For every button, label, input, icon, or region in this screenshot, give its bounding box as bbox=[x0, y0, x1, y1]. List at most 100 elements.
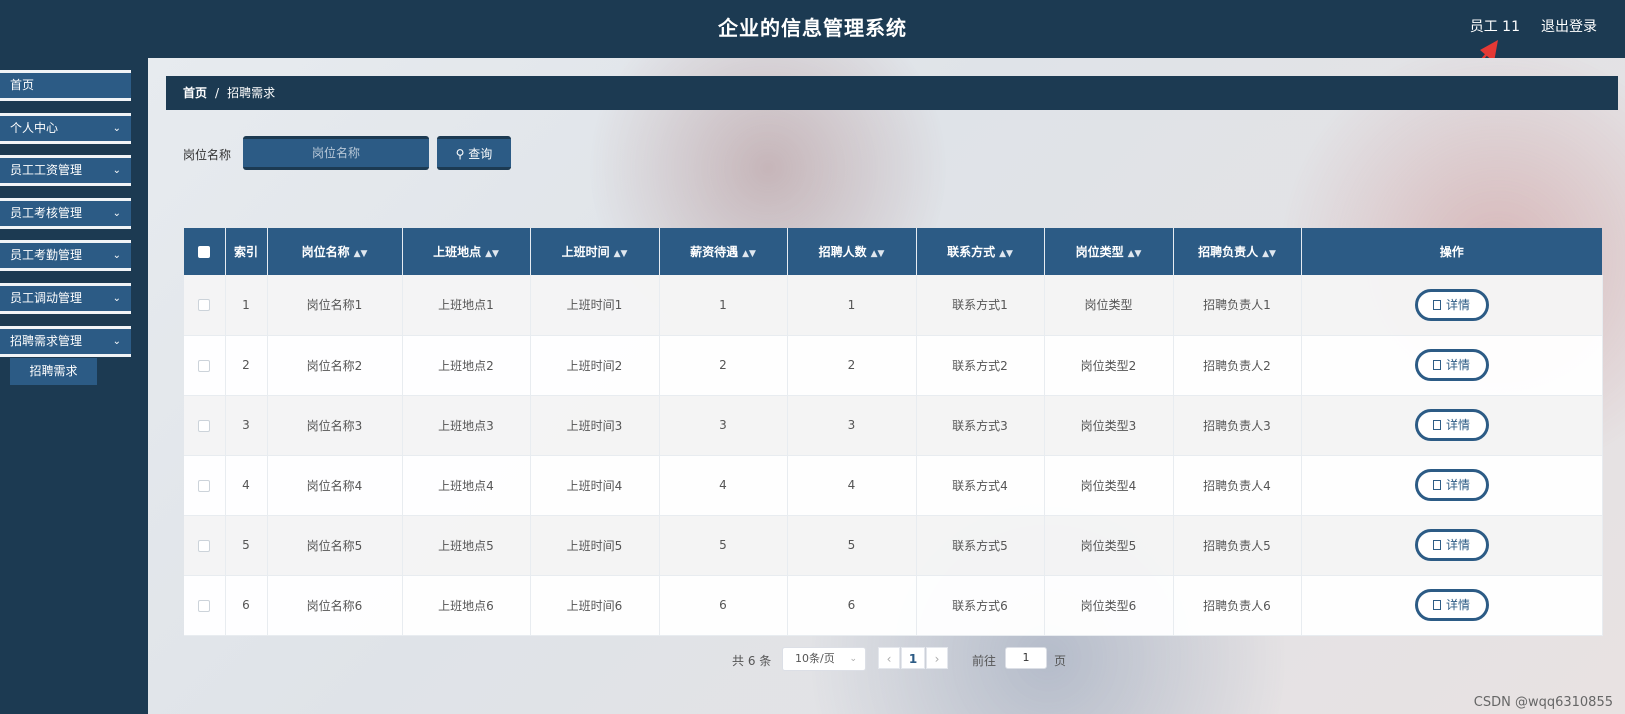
sidebar-item-label: 员工考核管理 bbox=[10, 206, 83, 220]
document-icon bbox=[1432, 420, 1441, 430]
sort-icon[interactable]: ▲▼ bbox=[871, 249, 885, 259]
column-header-label: 招聘负责人 bbox=[1198, 245, 1259, 259]
cell-position: 岗位名称4 bbox=[267, 455, 403, 516]
sidebar-item-recruitment[interactable]: 招聘需求管理 ⌄ bbox=[0, 326, 131, 357]
document-icon bbox=[1432, 600, 1441, 610]
row-checkbox[interactable] bbox=[198, 419, 211, 432]
prev-page-button[interactable]: ‹ bbox=[878, 647, 900, 669]
sort-icon[interactable]: ▲▼ bbox=[742, 249, 756, 259]
sort-icon[interactable]: ▲▼ bbox=[354, 249, 368, 259]
sidebar-item-home[interactable]: 首页 bbox=[0, 70, 131, 101]
search-button[interactable]: ⚲ 查询 bbox=[437, 136, 511, 170]
column-header-contact[interactable]: 联系方式 ▲▼ bbox=[916, 228, 1045, 275]
detail-button-label: 详情 bbox=[1445, 478, 1470, 492]
sidebar-item-transfer[interactable]: 员工调动管理 ⌄ bbox=[0, 283, 131, 314]
row-checkbox[interactable] bbox=[198, 299, 211, 312]
document-icon bbox=[1432, 480, 1441, 490]
column-header-manager[interactable]: 招聘负责人 ▲▼ bbox=[1173, 228, 1302, 275]
row-select-cell[interactable] bbox=[184, 515, 226, 576]
chevron-down-icon: ⌄ bbox=[112, 336, 121, 347]
cell-time: 上班时间2 bbox=[530, 335, 660, 396]
column-header-type[interactable]: 岗位类型 ▲▼ bbox=[1044, 228, 1174, 275]
row-select-cell[interactable] bbox=[184, 455, 226, 516]
row-checkbox[interactable] bbox=[198, 539, 211, 552]
cell-action: 详情 bbox=[1301, 575, 1603, 636]
column-header-action: 操作 bbox=[1301, 228, 1602, 275]
column-header-salary[interactable]: 薪资待遇 ▲▼ bbox=[659, 228, 788, 275]
row-select-cell[interactable] bbox=[184, 275, 226, 336]
sidebar-item-salary[interactable]: 员工工资管理 ⌄ bbox=[0, 155, 131, 186]
column-header-time[interactable]: 上班时间 ▲▼ bbox=[530, 228, 660, 275]
breadcrumb: 首页 / 招聘需求 bbox=[166, 76, 1618, 110]
search-button-label: 查询 bbox=[468, 146, 493, 161]
cell-count: 4 bbox=[787, 455, 917, 516]
detail-button[interactable]: 详情 bbox=[1414, 529, 1489, 561]
cell-manager: 招聘负责人3 bbox=[1173, 395, 1302, 456]
row-select-cell[interactable] bbox=[184, 395, 226, 456]
cell-contact: 联系方式4 bbox=[916, 455, 1045, 516]
sort-icon[interactable]: ▲▼ bbox=[485, 249, 499, 259]
cell-position: 岗位名称2 bbox=[267, 335, 403, 396]
goto-page-input[interactable]: 1 bbox=[1005, 647, 1047, 669]
watermark: CSDN @wqq6310855 bbox=[1473, 695, 1613, 710]
detail-button[interactable]: 详情 bbox=[1414, 349, 1489, 381]
sort-icon[interactable]: ▲▼ bbox=[1128, 249, 1142, 259]
cell-location: 上班地点3 bbox=[402, 395, 531, 456]
sidebar-item-assessment[interactable]: 员工考核管理 ⌄ bbox=[0, 198, 131, 229]
sidebar-item-attendance[interactable]: 员工考勤管理 ⌄ bbox=[0, 240, 131, 271]
cell-location: 上班地点2 bbox=[402, 335, 531, 396]
row-checkbox[interactable] bbox=[198, 479, 211, 492]
cell-count: 1 bbox=[787, 275, 917, 336]
cell-salary: 4 bbox=[659, 455, 788, 516]
cell-count: 6 bbox=[787, 575, 917, 636]
document-icon bbox=[1432, 360, 1441, 370]
cell-index: 3 bbox=[225, 395, 268, 456]
cell-contact: 联系方式5 bbox=[916, 515, 1045, 576]
cell-salary: 6 bbox=[659, 575, 788, 636]
page-number-current[interactable]: 1 bbox=[901, 647, 925, 669]
table-row: 5 岗位名称5 上班地点5 上班时间5 5 5 联系方式5 岗位类型5 招聘负责… bbox=[184, 515, 1603, 576]
cell-position: 岗位名称1 bbox=[267, 275, 403, 336]
detail-button[interactable]: 详情 bbox=[1414, 288, 1489, 321]
cell-position: 岗位名称3 bbox=[267, 395, 403, 456]
cell-salary: 1 bbox=[659, 275, 788, 336]
page-word-label: 页 bbox=[1054, 654, 1067, 668]
cell-count: 3 bbox=[787, 395, 917, 456]
cell-manager: 招聘负责人1 bbox=[1173, 275, 1302, 336]
detail-button[interactable]: 详情 bbox=[1414, 589, 1489, 621]
cell-manager: 招聘负责人2 bbox=[1173, 335, 1302, 396]
row-select-cell[interactable] bbox=[184, 575, 226, 636]
table-row: 6 岗位名称6 上班地点6 上班时间6 6 6 联系方式6 岗位类型6 招聘负责… bbox=[184, 575, 1603, 636]
logout-button[interactable]: 退出登录 bbox=[1541, 16, 1597, 36]
detail-button[interactable]: 详情 bbox=[1414, 469, 1489, 501]
select-all-checkbox[interactable] bbox=[198, 246, 211, 258]
breadcrumb-home[interactable]: 首页 bbox=[183, 86, 207, 100]
sidebar-item-personal-center[interactable]: 个人中心 ⌄ bbox=[0, 113, 131, 144]
cell-count: 2 bbox=[787, 335, 917, 396]
cell-action: 详情 bbox=[1301, 395, 1603, 456]
table-row: 3 岗位名称3 上班地点3 上班时间3 3 3 联系方式3 岗位类型3 招聘负责… bbox=[184, 395, 1603, 456]
sort-icon[interactable]: ▲▼ bbox=[1262, 249, 1276, 259]
column-header-count[interactable]: 招聘人数 ▲▼ bbox=[787, 228, 917, 275]
row-checkbox[interactable] bbox=[198, 359, 211, 372]
chevron-down-icon: ⌄ bbox=[112, 123, 121, 134]
table-header-row: 索引 岗位名称 ▲▼ 上班地点 ▲▼ 上班时间 ▲▼ 薪资待遇 ▲▼ 招聘人数 ▲▼ 联系… bbox=[184, 228, 1602, 275]
column-header-position[interactable]: 岗位名称 ▲▼ bbox=[267, 228, 403, 275]
page-size-select[interactable]: 10条/页 ⌄ bbox=[782, 647, 866, 671]
detail-button[interactable]: 详情 bbox=[1414, 409, 1489, 441]
row-select-cell[interactable] bbox=[184, 335, 226, 396]
column-header-label: 联系方式 bbox=[947, 245, 996, 259]
row-checkbox[interactable] bbox=[198, 599, 211, 612]
goto-label: 前往 bbox=[972, 654, 997, 668]
next-page-button[interactable]: › bbox=[926, 647, 948, 669]
select-all-cell[interactable] bbox=[184, 228, 226, 275]
column-header-location[interactable]: 上班地点 ▲▼ bbox=[402, 228, 531, 275]
page-size-value: 10条/页 bbox=[795, 652, 835, 665]
search-input[interactable] bbox=[243, 136, 429, 170]
app-title: 企业的信息管理系统 bbox=[718, 16, 907, 40]
sort-icon[interactable]: ▲▼ bbox=[614, 249, 628, 259]
cell-salary: 5 bbox=[659, 515, 788, 576]
sidebar-subitem-recruitment-needs[interactable]: 招聘需求 bbox=[0, 358, 97, 385]
document-icon bbox=[1432, 299, 1441, 310]
sort-icon[interactable]: ▲▼ bbox=[999, 249, 1013, 259]
